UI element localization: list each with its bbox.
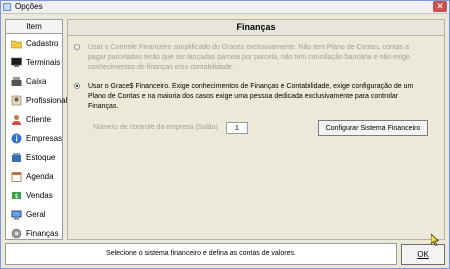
general-icon <box>11 210 22 220</box>
sidebar-item-label: Estoque <box>26 153 56 162</box>
company-number-input[interactable]: 1 <box>226 122 248 134</box>
radio-simple-finance[interactable] <box>74 44 80 50</box>
status-message: Selecione o sistema financeiro e defina … <box>5 243 397 265</box>
sidebar-item-label: Caixa <box>26 77 47 86</box>
sidebar-item-label: Finanças <box>26 229 59 238</box>
sidebar-item-caixa[interactable]: Caixa <box>6 72 62 91</box>
option-full-finance[interactable]: Usar o Grace$ Financeiro. Exige conhecim… <box>74 82 434 110</box>
option-simple-finance[interactable]: Usar o Controle Financeiro simplificado … <box>74 43 434 75</box>
svg-text:$: $ <box>15 193 19 200</box>
sidebar-item-label: Profissional <box>26 96 68 105</box>
sidebar-item-estoque[interactable]: Estoque <box>6 148 62 167</box>
sidebar-item-label: Empresas <box>26 134 63 143</box>
finance-icon <box>11 228 22 239</box>
calendar-icon <box>11 172 22 182</box>
client-icon <box>12 115 21 125</box>
panel-title: Finanças <box>68 20 444 36</box>
sidebar-item-label: Geral <box>26 210 46 219</box>
window-title: Opções <box>15 2 43 11</box>
mouse-cursor-icon <box>431 234 439 246</box>
option-full-text: Usar o Grace$ Financeiro. Exige conhecim… <box>88 83 414 110</box>
stock-icon <box>12 153 21 162</box>
configure-finance-button[interactable]: Configurar Sistema Financeiro <box>318 120 428 136</box>
cash-register-icon <box>11 77 22 86</box>
radio-full-finance[interactable] <box>74 83 80 89</box>
sidebar-item-geral[interactable]: Geral <box>6 205 62 224</box>
sidebar-item-cadastro[interactable]: Cadastro <box>6 34 62 53</box>
sidebar-item-label: Vendas <box>26 191 53 200</box>
option-simple-text: Usar o Controle Financeiro simplificado … <box>88 44 410 71</box>
sidebar-header: Item <box>6 20 62 34</box>
sales-icon: $ <box>12 192 21 200</box>
app-icon <box>3 3 11 11</box>
sidebar-item-financas[interactable]: Finanças <box>6 224 62 243</box>
folder-icon <box>11 40 22 49</box>
finance-panel: Finanças Usar o Controle Financeiro simp… <box>67 19 445 240</box>
sidebar-item-label: Cliente <box>26 115 51 124</box>
sidebar-item-agenda[interactable]: Agenda <box>6 167 62 186</box>
sidebar: Item Cadastro Terminais Caixa Profission… <box>5 19 67 243</box>
sidebar-item-label: Cadastro <box>26 39 59 48</box>
sidebar-item-terminais[interactable]: Terminais <box>6 53 62 72</box>
title-bar: Opções ✕ <box>1 1 449 14</box>
sidebar-item-vendas[interactable]: $ Vendas <box>6 186 62 205</box>
info-icon <box>11 133 22 144</box>
sidebar-item-cliente[interactable]: Cliente <box>6 110 62 129</box>
close-button[interactable]: ✕ <box>433 1 447 12</box>
professional-icon <box>11 95 22 106</box>
terminal-icon <box>11 57 22 67</box>
ok-button[interactable]: OK <box>401 244 445 265</box>
company-number-label: Número de controle da empresa (Salão) <box>93 124 218 131</box>
sidebar-item-profissional[interactable]: Profissional <box>6 91 67 110</box>
sidebar-item-label: Agenda <box>26 172 54 181</box>
options-window: Opções ✕ Item Cadastro Terminais Caixa P… <box>0 0 450 269</box>
sidebar-item-empresas[interactable]: Empresas <box>6 129 62 148</box>
sidebar-item-label: Terminais <box>26 58 61 67</box>
